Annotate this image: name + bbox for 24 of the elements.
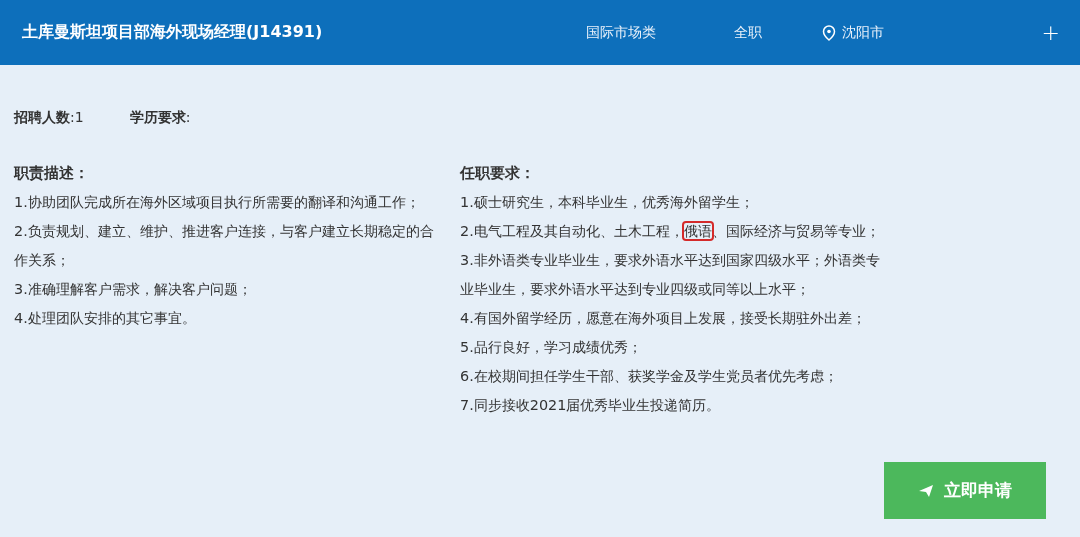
list-item: 4.有国外留学经历，愿意在海外项目上发展，接受长期驻外出差； [460,309,867,328]
job-location: 沈阳市 [841,23,884,42]
list-item: 2.负责规划、建立、维护、推进客户连接，与客户建立长期稳定的合作关系； [14,222,434,270]
list-item: 3.非外语类专业毕业生，要求外语水平达到国家四级水平；外语类专业毕业生，要求外语水平达到专业四级或同等以上水平； [460,251,880,299]
section-heading: 职责描述： [14,163,90,184]
job-title: 土库曼斯坦项目部海外现场经理(J14391) [22,22,324,43]
list-item: 1.协助团队完成所在海外区域项目执行所需要的翻译和沟通工作； [14,193,421,212]
list-item: 7.同步接收2021届优秀毕业生投递简历。 [460,396,722,415]
list-item-text: 、国际经济与贸易等专业； [711,223,880,239]
summary-field: 招聘人数:1 [14,109,84,127]
list-item: 3.准确理解客户需求，解决客户问题； [14,280,253,299]
expand-button[interactable]: + [1041,21,1060,44]
list-item: 6.在校期间担任学生干部、获奖学金及学生党员者优先考虑； [460,367,839,386]
job-category: 国际市场类 [585,23,656,42]
list-item-text: 2.电气工程及其自动化、土木工程， [460,223,684,239]
send-icon [918,483,934,498]
section-heading: 任职要求： [460,163,536,184]
list-item: 4.处理团队安排的其它事宜。 [14,309,197,328]
highlighted-text: 俄语 [683,223,712,239]
summary-field: 学历要求: [129,109,191,127]
list-item: 5.品行良好，学习成绩优秀； [460,338,643,357]
location-pin-icon [821,24,836,41]
list-item: 1.硕士研究生，本科毕业生，优秀海外留学生； [460,193,755,212]
job-type: 全职 [733,23,762,42]
